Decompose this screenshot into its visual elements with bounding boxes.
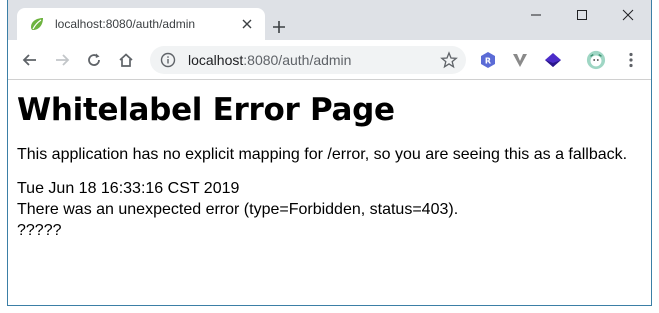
url-text[interactable]: localhost:8080/auth/admin: [188, 52, 351, 68]
error-message: ?????: [17, 222, 62, 239]
error-details: Tue Jun 18 16:33:16 CST 2019 There was a…: [17, 178, 642, 241]
active-tab[interactable]: localhost:8080/auth/admin: [17, 8, 265, 40]
home-button[interactable]: [114, 48, 138, 72]
page-title: Whitelabel Error Page: [17, 92, 395, 128]
extension-v-icon[interactable]: [510, 50, 530, 70]
more-menu-icon[interactable]: [621, 50, 641, 70]
address-bar[interactable]: localhost:8080/auth/admin: [150, 46, 466, 74]
minimize-button[interactable]: [513, 0, 559, 30]
description-text: This application has no explicit mapping…: [17, 146, 628, 163]
browser-window: localhost:8080/auth/admin localhost:8080…: [7, 0, 652, 306]
page-content: Whitelabel Error Page This application h…: [8, 81, 651, 305]
close-window-button[interactable]: [605, 0, 651, 30]
forward-button[interactable]: [50, 48, 74, 72]
spring-leaf-icon: [29, 16, 45, 32]
new-tab-button[interactable]: [266, 14, 292, 40]
reload-button[interactable]: [82, 48, 106, 72]
url-host: localhost: [188, 52, 244, 68]
profile-avatar[interactable]: [586, 50, 606, 70]
close-tab-icon[interactable]: [237, 14, 257, 34]
extension-r-icon[interactable]: R: [478, 50, 498, 70]
bookmark-star-icon[interactable]: [440, 51, 458, 69]
error-type-line: There was an unexpected error (type=Forb…: [17, 201, 459, 218]
back-button[interactable]: [18, 48, 42, 72]
svg-text:R: R: [485, 57, 491, 66]
tab-strip: localhost:8080/auth/admin: [8, 0, 651, 40]
toolbar: localhost:8080/auth/admin R: [8, 40, 651, 80]
error-timestamp: Tue Jun 18 16:33:16 CST 2019: [17, 180, 240, 197]
info-icon[interactable]: [160, 52, 176, 68]
url-path: :8080/auth/admin: [243, 52, 352, 68]
tab-title: localhost:8080/auth/admin: [55, 17, 196, 31]
extension-stack-icon[interactable]: [543, 50, 563, 70]
maximize-button[interactable]: [559, 0, 605, 30]
